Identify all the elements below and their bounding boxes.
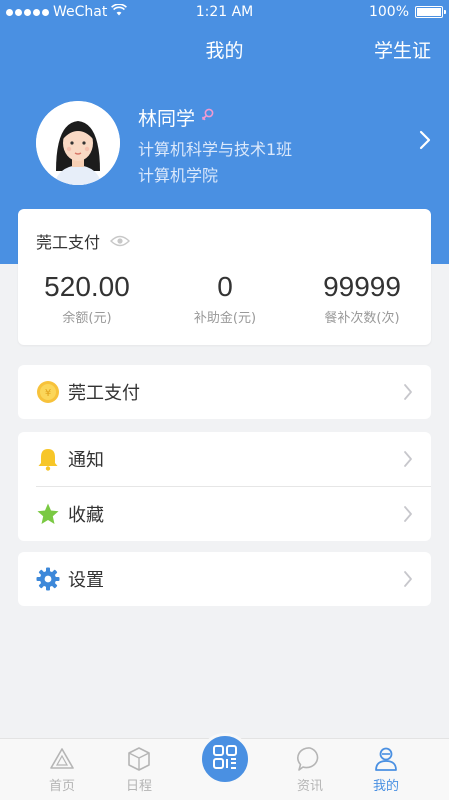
- tab-mine-label: 我的: [372, 779, 399, 794]
- female-gender-icon: [201, 107, 215, 129]
- menu-item-pay[interactable]: ¥ 莞工支付: [18, 365, 431, 419]
- user-icon: [356, 745, 416, 773]
- battery-icon: [415, 6, 446, 18]
- subsidy-value: 0: [217, 271, 233, 302]
- balance-value: 520.00: [44, 271, 130, 302]
- student-card-button[interactable]: 学生证: [374, 36, 431, 63]
- chevron-right-icon: [403, 505, 413, 527]
- balance-card: 莞工支付 520.00 余额(元) 0 补助金(元) 99999 餐补次数(次): [18, 209, 431, 345]
- chat-bubble-icon: [280, 745, 340, 773]
- name-row: 林同学: [138, 104, 215, 131]
- profile-header[interactable]: 林同学 计算机科学与技术1班 计算机学院: [0, 92, 449, 192]
- tab-home-label: 首页: [48, 779, 75, 794]
- settings-card: 设置: [18, 552, 431, 606]
- chevron-right-icon: [403, 383, 413, 405]
- meal-count-value: 99999: [323, 271, 401, 302]
- balance-card-label: 莞工支付: [36, 233, 101, 252]
- meal-count-label: 餐补次数(次): [324, 311, 400, 326]
- balance-stat: 520.00 余额(元): [18, 271, 156, 326]
- tab-schedule[interactable]: 日程: [109, 745, 169, 794]
- menu-item-pay-label: 莞工支付: [68, 383, 140, 404]
- notify-favorite-card: 通知 收藏: [18, 432, 431, 541]
- battery-percent: 100%: [368, 4, 409, 20]
- subsidy-stat: 0 补助金(元): [156, 271, 294, 326]
- tab-news-label: 资讯: [296, 779, 323, 794]
- balance-card-title: 莞工支付: [36, 229, 131, 253]
- tab-mine[interactable]: 我的: [356, 745, 416, 794]
- eye-icon[interactable]: [110, 232, 131, 251]
- home-triangle-icon: [32, 745, 92, 773]
- qr-code-icon: [212, 744, 238, 774]
- chevron-right-icon: [403, 450, 413, 472]
- menu-item-notify-label: 通知: [68, 450, 104, 471]
- status-right: 100%: [368, 4, 446, 20]
- chevron-right-icon: [403, 570, 413, 592]
- tab-home[interactable]: 首页: [32, 745, 92, 794]
- chevron-right-icon: [419, 130, 431, 154]
- menu-item-settings[interactable]: 设置: [18, 552, 431, 606]
- user-major: 计算机科学与技术1班: [138, 140, 293, 159]
- cube-icon: [109, 745, 169, 773]
- menu-item-favorite-label: 收藏: [68, 505, 104, 526]
- user-college: 计算机学院: [138, 166, 219, 185]
- svg-text:¥: ¥: [45, 388, 51, 399]
- subsidy-label: 补助金(元): [193, 311, 257, 326]
- menu-item-settings-label: 设置: [68, 570, 104, 591]
- star-icon: [36, 502, 60, 526]
- balance-label: 余额(元): [62, 311, 112, 326]
- menu-item-favorite[interactable]: 收藏: [18, 487, 431, 541]
- tab-schedule-label: 日程: [125, 779, 152, 794]
- user-name: 林同学: [138, 108, 196, 130]
- menu-item-notify[interactable]: 通知: [18, 432, 431, 486]
- tab-bar: 首页 日程 资讯 我的: [0, 733, 449, 800]
- tab-news[interactable]: 资讯: [280, 745, 340, 794]
- coin-icon: ¥: [36, 380, 60, 404]
- gear-icon: [36, 567, 60, 591]
- avatar: [36, 101, 120, 185]
- status-bar: WeChat 1:21 AM 100%: [0, 0, 449, 24]
- pay-menu-card: ¥ 莞工支付: [18, 365, 431, 419]
- bell-icon: [36, 447, 60, 471]
- meal-count-stat: 99999 餐补次数(次): [293, 271, 431, 326]
- scan-button[interactable]: [199, 733, 251, 785]
